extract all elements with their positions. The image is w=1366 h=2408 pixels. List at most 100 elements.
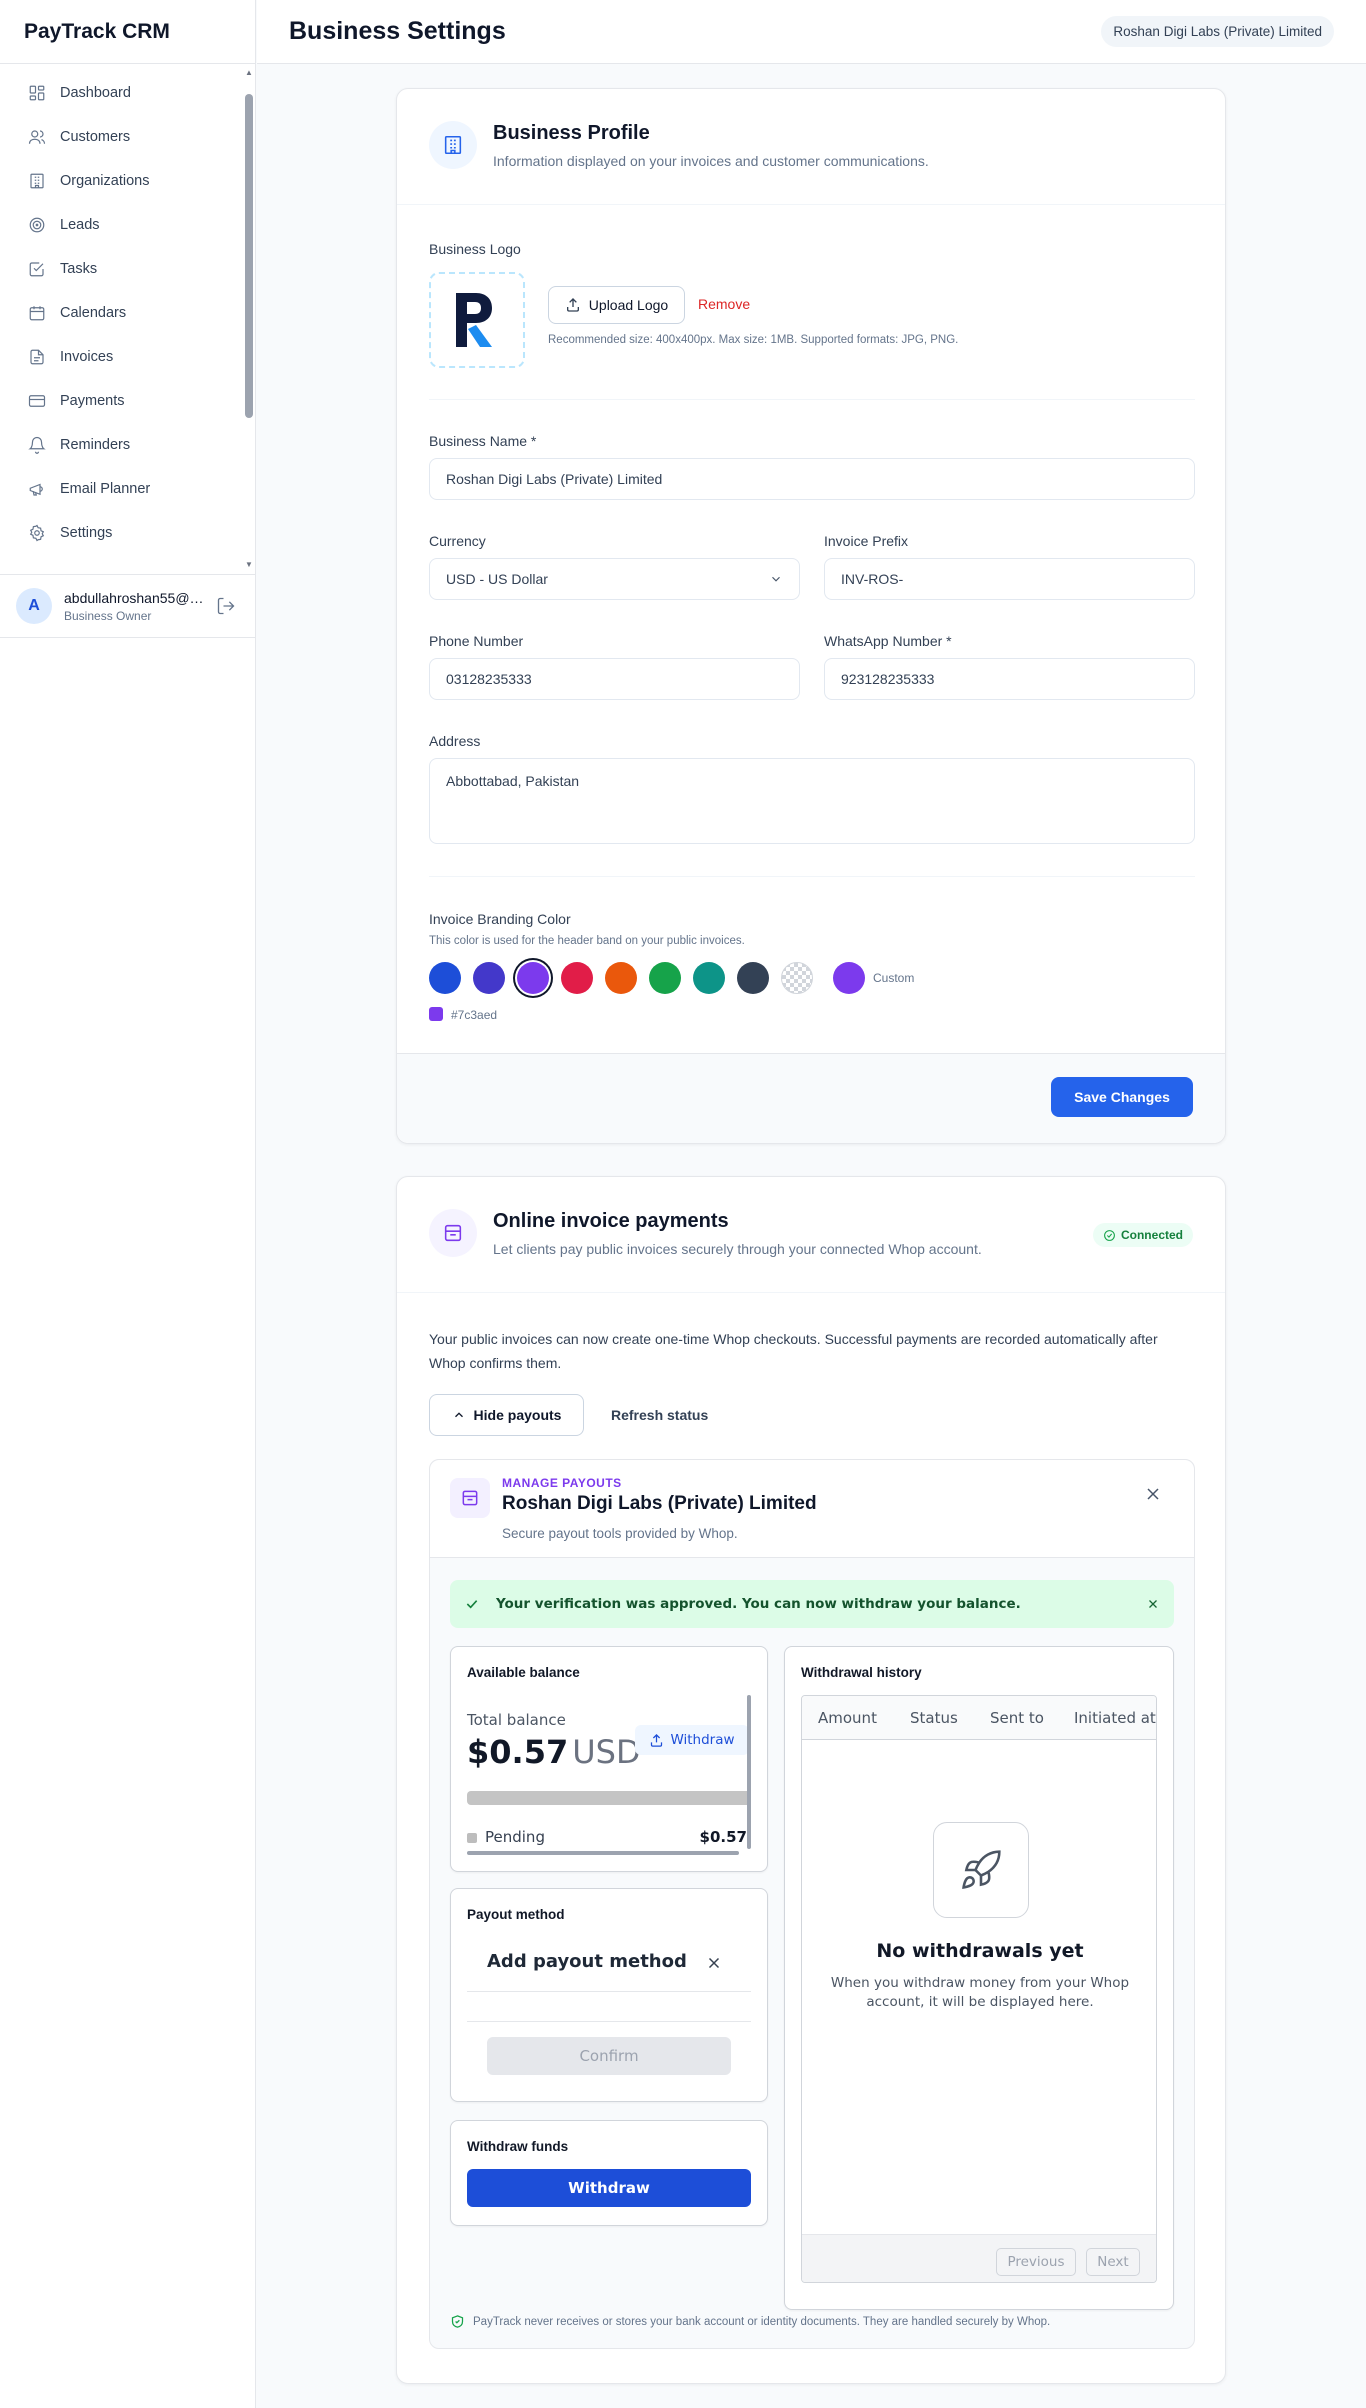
- selected-color-chip: [429, 1007, 443, 1021]
- withdrawal-history-box: Withdrawal history Amount Status Sent to…: [784, 1646, 1174, 2310]
- withdraw-link-button[interactable]: Withdraw: [635, 1725, 749, 1755]
- phone-input[interactable]: 03128235333: [429, 658, 800, 700]
- history-table: Amount Status Sent to Initiated at No wi…: [801, 1695, 1157, 2283]
- upload-icon: [651, 1733, 663, 1747]
- sidebar-item-organizations[interactable]: Organizations: [0, 159, 256, 203]
- logo-label: Business Logo: [429, 241, 521, 257]
- upload-logo-button[interactable]: Upload Logo: [548, 286, 685, 324]
- save-changes-button[interactable]: Save Changes: [1051, 1077, 1193, 1117]
- add-payout-method-label[interactable]: Add payout method: [487, 1951, 687, 1972]
- previous-button[interactable]: Previous: [996, 2248, 1076, 2276]
- empty-state-title: No withdrawals yet: [876, 1940, 1084, 1962]
- sidebar-item-calendars[interactable]: Calendars: [0, 291, 256, 335]
- sidebar-item-invoices[interactable]: Invoices: [0, 335, 256, 379]
- color-swatch[interactable]: [561, 962, 593, 994]
- branding-hint: This color is used for the header band o…: [429, 935, 745, 947]
- gear-icon: [28, 524, 46, 542]
- transparent-swatch[interactable]: [781, 962, 813, 994]
- color-swatch[interactable]: [429, 962, 461, 994]
- payments-description: Your public invoices can now create one-…: [429, 1331, 1158, 1371]
- scrollbar-thumb[interactable]: [245, 94, 253, 418]
- sidebar-item-reminders[interactable]: Reminders: [0, 423, 256, 467]
- color-swatch[interactable]: [605, 962, 637, 994]
- horizontal-scrollbar[interactable]: [467, 1851, 739, 1855]
- available-balance-box: Available balance Total balance $0.57 US…: [450, 1646, 768, 1872]
- invoice-prefix-input[interactable]: INV-ROS-: [824, 558, 1195, 600]
- confirm-button[interactable]: Confirm: [487, 2037, 731, 2075]
- branding-label: Invoice Branding Color: [429, 911, 571, 927]
- sidebar-item-label: Settings: [60, 525, 113, 541]
- sidebar-item-leads[interactable]: Leads: [0, 203, 256, 247]
- payout-company-name: Roshan Digi Labs (Private) Limited: [502, 1493, 817, 1514]
- sidebar-item-payments[interactable]: Payments: [0, 379, 256, 423]
- color-swatch[interactable]: [517, 962, 549, 994]
- payouts-icon: [450, 1478, 490, 1518]
- hide-payouts-button[interactable]: Hide payouts: [429, 1394, 584, 1436]
- box-title: Withdraw funds: [467, 2139, 569, 2154]
- sidebar: PayTrack CRM Dashboard Customers Organiz…: [0, 0, 256, 2408]
- card-footer: Save Changes: [397, 1053, 1225, 1143]
- color-swatch[interactable]: [649, 962, 681, 994]
- remove-logo-link[interactable]: Remove: [698, 296, 750, 312]
- check-icon: [466, 1600, 478, 1609]
- user-email: abdullahroshan55@gmail.com: [64, 589, 204, 606]
- box-title: Withdrawal history: [801, 1665, 922, 1680]
- color-swatch[interactable]: [693, 962, 725, 994]
- sidebar-item-label: Invoices: [60, 349, 114, 365]
- card-subtitle: Information displayed on your invoices a…: [493, 153, 929, 169]
- sidebar-scrollbar[interactable]: ▲ ▼: [245, 64, 253, 574]
- sidebar-item-dashboard[interactable]: Dashboard: [0, 71, 256, 115]
- card-title: Online invoice payments: [493, 1210, 729, 1232]
- column-header: Amount: [818, 1709, 877, 1727]
- shield-check-icon: [451, 2315, 464, 2328]
- balance-progress-bar: [467, 1791, 751, 1805]
- card-subtitle: Let clients pay public invoices securely…: [493, 1241, 982, 1257]
- scroll-up-icon[interactable]: ▲: [245, 68, 253, 78]
- page-header: Business Settings Roshan Digi Labs (Priv…: [257, 0, 1366, 64]
- close-icon[interactable]: [1143, 1484, 1163, 1504]
- sidebar-item-customers[interactable]: Customers: [0, 115, 256, 159]
- whatsapp-input[interactable]: 923128235333: [824, 658, 1195, 700]
- calendar-icon: [28, 304, 46, 322]
- currency-label: Currency: [429, 533, 486, 549]
- scroll-down-icon[interactable]: ▼: [245, 560, 253, 570]
- refresh-status-button[interactable]: Refresh status: [611, 1407, 708, 1423]
- file-icon: [28, 348, 46, 366]
- business-logo-icon: [456, 293, 492, 347]
- color-swatch[interactable]: [473, 962, 505, 994]
- business-name-label: Business Name *: [429, 433, 537, 449]
- empty-state-text: When you withdraw money from your Whop a…: [830, 1975, 1130, 2010]
- divider: [467, 2021, 751, 2022]
- close-icon[interactable]: [705, 1954, 723, 1972]
- sidebar-item-tasks[interactable]: Tasks: [0, 247, 256, 291]
- bell-icon: [28, 436, 46, 454]
- sidebar-item-email-planner[interactable]: Email Planner: [0, 467, 256, 511]
- vertical-scrollbar[interactable]: [747, 1695, 751, 1849]
- address-label: Address: [429, 733, 481, 749]
- logo-hint: Recommended size: 400x400px. Max size: 1…: [548, 334, 959, 346]
- logout-icon[interactable]: [216, 596, 236, 616]
- withdraw-button[interactable]: Withdraw: [467, 2169, 751, 2207]
- color-swatch[interactable]: [737, 962, 769, 994]
- total-balance-label: Total balance: [467, 1711, 566, 1729]
- logo-preview[interactable]: [429, 272, 525, 368]
- sidebar-item-label: Organizations: [60, 173, 150, 189]
- dashboard-icon: [28, 84, 46, 102]
- sidebar-item-label: Leads: [60, 217, 100, 233]
- payout-company-subtitle: Secure payout tools provided by Whop.: [502, 1526, 738, 1541]
- address-textarea[interactable]: Abbottabad, Pakistan: [429, 758, 1195, 844]
- sidebar-item-settings[interactable]: Settings: [0, 511, 256, 555]
- business-profile-card: Business Profile Information displayed o…: [396, 88, 1226, 1144]
- building-icon: [28, 172, 46, 190]
- currency-select[interactable]: USD - US Dollar: [429, 558, 800, 600]
- dismiss-alert-icon[interactable]: [1146, 1597, 1160, 1611]
- building-icon: [429, 121, 477, 169]
- business-name-input[interactable]: Roshan Digi Labs (Private) Limited: [429, 458, 1195, 500]
- box-title: Available balance: [467, 1665, 580, 1680]
- divider: [467, 1991, 751, 1992]
- custom-color-picker[interactable]: [833, 962, 865, 994]
- payout-method-box: Payout method Add payout method Confirm: [450, 1888, 768, 2102]
- next-button[interactable]: Next: [1086, 2248, 1140, 2276]
- target-icon: [28, 216, 46, 234]
- column-header: Sent to: [990, 1709, 1044, 1727]
